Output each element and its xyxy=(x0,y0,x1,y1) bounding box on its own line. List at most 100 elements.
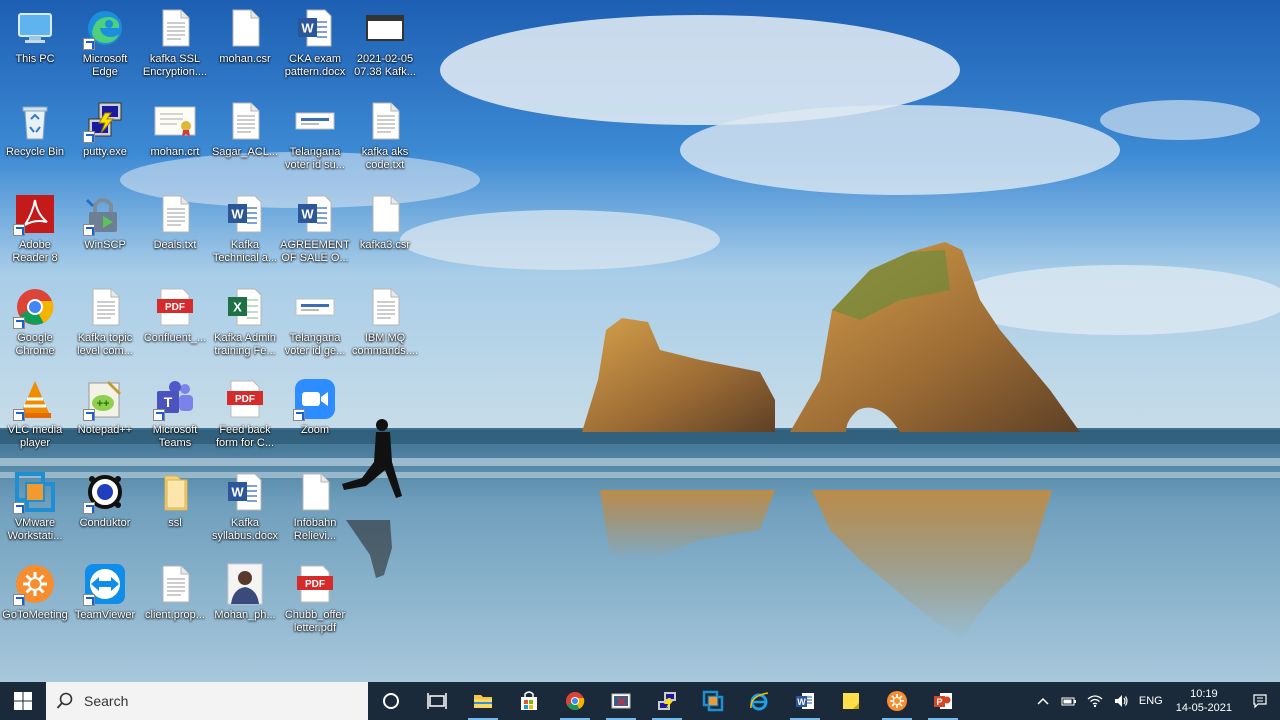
task-view-button[interactable] xyxy=(414,682,460,720)
desktop-icon[interactable]: ssl xyxy=(140,470,210,560)
shortcut-arrow-icon xyxy=(153,409,165,421)
taskbar-app-snipping-tool[interactable] xyxy=(598,682,644,720)
desktop-icon[interactable]: Telangana voter id ge... xyxy=(280,285,350,375)
taskbar-app-sticky-notes[interactable] xyxy=(828,682,874,720)
desktop-icon[interactable]: Conduktor xyxy=(70,470,140,560)
taskbar-app-chrome[interactable] xyxy=(552,682,598,720)
desktop-icon[interactable]: client.prop... xyxy=(140,562,210,652)
battery-icon xyxy=(1061,697,1076,706)
desktop-icon-label: kafka SSL Encryption.... xyxy=(142,53,208,78)
start-button[interactable] xyxy=(0,682,46,720)
desktop-icon[interactable]: T Microsoft Teams xyxy=(140,377,210,467)
volume-button[interactable] xyxy=(1108,682,1134,720)
desktop-icon[interactable]: Recycle Bin xyxy=(0,99,70,189)
desktop-icon[interactable]: Deals.txt xyxy=(140,192,210,282)
desktop-icon[interactable]: Sagar_ACL... xyxy=(210,99,280,189)
desktop-icon[interactable]: Telangana voter id su... xyxy=(280,99,350,189)
desktop-icon[interactable]: WinSCP xyxy=(70,192,140,282)
cortana-button[interactable] xyxy=(368,682,414,720)
desktop-icon[interactable]: Google Chrome xyxy=(0,285,70,375)
teamviewer-icon xyxy=(83,562,127,606)
taskbar: Search W P ENG 10:19 14-05-2021 xyxy=(0,682,1280,720)
show-hidden-icons-button[interactable] xyxy=(1030,682,1056,720)
input-language-button[interactable]: ENG xyxy=(1134,682,1168,720)
excel-icon: X xyxy=(223,285,267,329)
desktop-icon-label: This PC xyxy=(15,53,55,65)
desktop[interactable]: This PC Microsoft Edge kafka SSL Encryptio… xyxy=(0,0,1280,682)
shortcut-arrow-icon xyxy=(83,224,95,236)
desktop-icon[interactable]: 2021-02-05 07.38 Kafk... xyxy=(350,6,420,96)
battery-button[interactable] xyxy=(1056,682,1082,720)
desktop-icon[interactable]: Infobahn Relievi... xyxy=(280,470,350,560)
desktop-icon-label: Chubb_offer letter.pdf xyxy=(284,609,346,634)
desktop-icon[interactable]: X Kafka Admin training Fe... xyxy=(210,285,280,375)
action-center-button[interactable] xyxy=(1240,682,1280,720)
taskbar-app-vmware[interactable] xyxy=(690,682,736,720)
desktop-icon[interactable]: kafka SSL Encryption.... xyxy=(140,6,210,96)
folder-icon xyxy=(153,470,197,514)
desktop-icon[interactable]: PDF Confluent_... xyxy=(140,285,210,375)
edge-icon xyxy=(83,6,127,50)
teams-icon: T xyxy=(153,377,197,421)
desktop-icon[interactable]: VLC media player xyxy=(0,377,70,467)
desktop-icon[interactable]: W Kafka Technical a... xyxy=(210,192,280,282)
language-label: ENG xyxy=(1138,695,1163,707)
desktop-icon-label: Kafka syllabus.docx xyxy=(211,517,279,542)
desktop-icon-label: putty.exe xyxy=(83,146,127,158)
shortcut-arrow-icon xyxy=(83,594,95,606)
system-tray: ENG 10:19 14-05-2021 xyxy=(1030,682,1280,720)
taskbar-app-powerpoint[interactable]: P xyxy=(920,682,966,720)
desktop-icon[interactable]: ++ Notepad++ xyxy=(70,377,140,467)
desktop-icon-label: Adobe Reader 8 xyxy=(12,239,58,264)
network-button[interactable] xyxy=(1082,682,1108,720)
desktop-icon[interactable]: GoToMeeting xyxy=(0,562,70,652)
taskbar-search-box[interactable]: Search xyxy=(46,682,368,720)
snipping-tool-icon xyxy=(611,693,631,709)
desktop-icon[interactable]: VMware Workstati... xyxy=(0,470,70,560)
search-placeholder: Search xyxy=(84,693,129,709)
desktop-icon[interactable]: TeamViewer xyxy=(70,562,140,652)
taskbar-app-store[interactable] xyxy=(506,682,552,720)
desktop-icon[interactable]: IBM MQ commands.... xyxy=(350,285,420,375)
chrome-icon xyxy=(566,692,585,710)
wifi-icon xyxy=(1087,695,1103,708)
desktop-icon[interactable]: PDF Chubb_offer letter.pdf xyxy=(280,562,350,652)
desktop-icon-label: AGREEMENT OF SALE O... xyxy=(280,239,350,264)
desktop-icon[interactable]: Microsoft Edge xyxy=(70,6,140,96)
taskbar-app-word[interactable]: W xyxy=(782,682,828,720)
desktop-icon[interactable]: This PC xyxy=(0,6,70,96)
desktop-icon[interactable]: Adobe Reader 8 xyxy=(0,192,70,282)
taskbar-app-gotomeeting[interactable] xyxy=(874,682,920,720)
svg-text:++: ++ xyxy=(97,398,110,410)
desktop-icon[interactable]: W AGREEMENT OF SALE O... xyxy=(280,192,350,282)
clock-button[interactable]: 10:19 14-05-2021 xyxy=(1168,682,1240,720)
image-file-icon xyxy=(293,99,337,143)
desktop-icon[interactable]: mohan.csr xyxy=(210,6,280,96)
text-file-icon xyxy=(153,6,197,50)
desktop-icon[interactable]: W CKA exam pattern.docx xyxy=(280,6,350,96)
desktop-icon[interactable]: putty.exe xyxy=(70,99,140,189)
desktop-icon[interactable]: Mohan_ph... xyxy=(210,562,280,652)
taskbar-app-file-explorer[interactable] xyxy=(460,682,506,720)
desktop-icon[interactable]: PDF Feed back form for C... xyxy=(210,377,280,467)
desktop-icon[interactable]: Kafka topic level com... xyxy=(70,285,140,375)
desktop-icon-label: Mohan_ph... xyxy=(214,609,276,621)
desktop-icon-label: Kafka topic level com... xyxy=(77,332,133,357)
desktop-icon-label: Recycle Bin xyxy=(5,146,65,158)
desktop-icon-label: CKA exam pattern.docx xyxy=(284,53,346,78)
desktop-icon[interactable]: W Kafka syllabus.docx xyxy=(210,470,280,560)
desktop-icon[interactable]: kafka aks code.txt xyxy=(350,99,420,189)
shortcut-arrow-icon xyxy=(83,409,95,421)
shortcut-arrow-icon xyxy=(83,38,95,50)
desktop-icon[interactable]: Zoom xyxy=(280,377,350,467)
conduktor-icon xyxy=(83,470,127,514)
vmware-icon xyxy=(702,690,724,712)
desktop-icon[interactable]: kafka3.csr xyxy=(350,192,420,282)
desktop-icon[interactable]: mohan.crt xyxy=(140,99,210,189)
desktop-icon-label: Notepad++ xyxy=(77,424,133,436)
desktop-icon-label: kafka aks code.txt xyxy=(361,146,409,171)
taskbar-app-putty[interactable] xyxy=(644,682,690,720)
desktop-icon-label: VLC media player xyxy=(7,424,63,449)
desktop-icon-label: Google Chrome xyxy=(15,332,55,357)
taskbar-app-internet-explorer[interactable] xyxy=(736,682,782,720)
